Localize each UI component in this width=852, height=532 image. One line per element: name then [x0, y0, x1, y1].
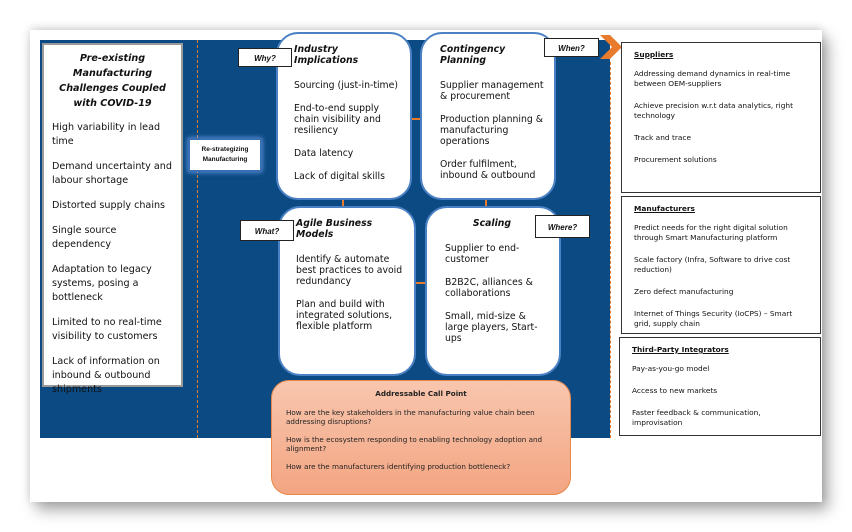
suppliers-panel: Suppliers Addressing demand dynamics in …	[621, 42, 821, 193]
challenge-item: High variability in lead time	[52, 122, 161, 147]
callpoint-question: How are the manufacturers identifying pr…	[286, 462, 511, 471]
challenge-item: Demand uncertainty and labour shortage	[52, 161, 172, 186]
callpoint-question: How are the key stakeholders in the manu…	[286, 408, 535, 426]
third-party-integrators-panel: Third-Party Integrators Pay-as-you-go mo…	[619, 337, 821, 436]
manufacturers-item: Predict needs for the right digital solu…	[634, 223, 788, 242]
suppliers-item: Procurement solutions	[634, 155, 717, 164]
challenge-item: Lack of information on inbound & outboun…	[52, 356, 160, 395]
challenge-item: Limited to no real-time visibility to cu…	[52, 317, 162, 342]
contingency-item: Order fulfilment, inbound & outbound	[440, 159, 536, 181]
industry-item: Lack of digital skills	[294, 171, 385, 182]
suppliers-item: Achieve precision w.r.t data analytics, …	[634, 101, 793, 120]
integrators-item: Pay-as-you-go model	[632, 364, 710, 373]
manufacturers-item: Internet of Things Security (IoCPS) – Sm…	[634, 309, 793, 328]
suppliers-item: Track and trace	[634, 133, 692, 142]
manufacturers-panel: Manufacturers Predict needs for the righ…	[621, 196, 821, 334]
callpoint-question: How is the ecosystem responding to enabl…	[286, 435, 543, 453]
industry-item: End-to-end supply chain visibility and r…	[294, 103, 381, 136]
where-tag: Where?	[535, 215, 590, 238]
industry-item: Sourcing (just-in-time)	[294, 80, 398, 91]
contingency-item: Production planning & manufacturing oper…	[440, 114, 543, 147]
scaling-item: B2B2C, alliances & collaborations	[445, 277, 533, 299]
manufacturers-item: Scale factory (Infra, Software to drive …	[634, 255, 791, 274]
agile-item: Plan and build with integrated solutions…	[296, 299, 393, 332]
integrators-item: Faster feedback & communication, improvi…	[632, 408, 761, 427]
contingency-title: Contingency Planning	[440, 44, 506, 66]
callpoint-title: Addressable Call Point	[375, 389, 467, 398]
challenges-title: Pre-existing Manufacturing Challenges Co…	[59, 53, 166, 109]
suppliers-title: Suppliers	[634, 50, 674, 59]
chevron-right-icon	[600, 35, 622, 59]
suppliers-item: Addressing demand dynamics in real-time …	[634, 69, 791, 88]
challenge-item: Single source dependency	[52, 225, 117, 250]
manufacturers-item: Zero defect manufacturing	[634, 287, 734, 296]
industry-implications-bubble: Industry Implications Sourcing (just-in-…	[276, 32, 412, 200]
challenge-item: Distorted supply chains	[52, 200, 166, 211]
challenges-panel: Pre-existing Manufacturing Challenges Co…	[42, 43, 183, 395]
scaling-item: Small, mid-size & large players, Start-u…	[445, 311, 538, 344]
addressable-call-point: Addressable Call Point How are the key s…	[271, 380, 571, 495]
scaling-title: Scaling	[472, 218, 512, 229]
dashed-divider-right	[610, 62, 611, 438]
agile-item: Identify & automate best practices to av…	[296, 254, 403, 287]
industry-item: Data latency	[294, 148, 354, 159]
challenge-item: Adaptation to legacy systems, posing a b…	[52, 264, 152, 303]
agile-business-models-bubble: Agile Business Models Identify & automat…	[278, 206, 416, 376]
integrators-title: Third-Party Integrators	[632, 345, 729, 354]
restrategizing-label: Re-strategizing Manufacturing	[188, 138, 262, 172]
contingency-planning-bubble: Contingency Planning Supplier management…	[420, 32, 556, 200]
agile-title: Agile Business Models	[296, 218, 373, 240]
why-tag: Why?	[238, 48, 292, 67]
scaling-item: Supplier to end-customer	[445, 243, 520, 265]
manufacturers-title: Manufacturers	[634, 204, 695, 213]
what-tag: What?	[240, 220, 294, 241]
industry-title: Industry Implications	[294, 44, 359, 66]
contingency-item: Supplier management & procurement	[440, 80, 544, 102]
dashed-divider-left	[197, 40, 198, 438]
when-tag: When?	[544, 38, 599, 57]
integrators-item: Access to new markets	[632, 386, 718, 395]
